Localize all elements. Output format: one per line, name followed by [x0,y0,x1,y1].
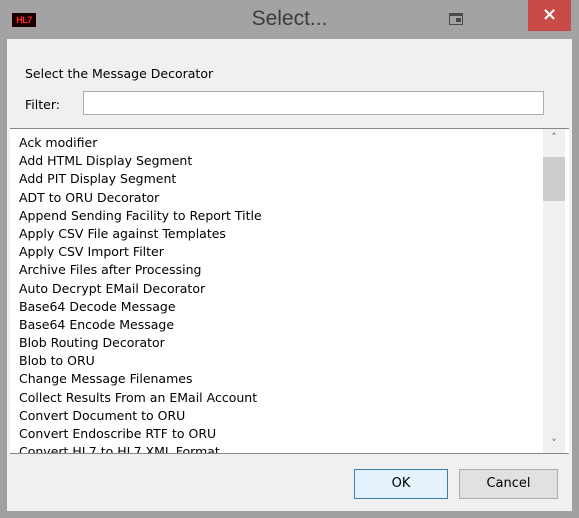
list-item[interactable]: Convert Endoscribe RTF to ORU [19,425,539,443]
prompt-label: Select the Message Decorator [25,66,214,81]
decorator-list: Ack modifier Add HTML Display Segment Add … [19,134,539,453]
window-title: Select... [251,7,328,30]
filter-input[interactable] [83,91,544,115]
list-item[interactable]: Apply CSV Import Filter [19,243,539,261]
list-item[interactable]: Add PIT Display Segment [19,170,539,188]
scroll-down-arrow-icon[interactable]: ˅ [543,435,565,453]
decorator-listbox[interactable]: Ack modifier Add HTML Display Segment Add … [10,128,569,454]
filter-label: Filter: [25,97,60,112]
list-item[interactable]: ADT to ORU Decorator [19,189,539,207]
list-item[interactable]: Base64 Decode Message [19,298,539,316]
list-item[interactable]: Convert Document to ORU [19,407,539,425]
ok-button[interactable]: OK [354,469,448,499]
close-button[interactable]: × [528,0,571,31]
select-dialog-window: HL7 Select... × Select the Message Decor… [0,0,579,518]
list-item[interactable]: Append Sending Facility to Report Title [19,207,539,225]
list-item[interactable]: Change Message Filenames [19,370,539,388]
list-item[interactable]: Collect Results From an EMail Account [19,389,539,407]
list-item[interactable]: Blob Routing Decorator [19,334,539,352]
title-bar[interactable]: HL7 Select... × [0,0,579,39]
list-item[interactable]: Apply CSV File against Templates [19,225,539,243]
scrollbar-thumb[interactable] [543,157,565,201]
list-item[interactable]: Blob to ORU [19,352,539,370]
list-item[interactable]: Convert HL7 to HL7 XML Format [19,443,539,453]
list-item[interactable]: Base64 Encode Message [19,316,539,334]
list-item[interactable]: Archive Files after Processing [19,261,539,279]
restore-icon[interactable] [449,13,463,25]
list-item[interactable]: Ack modifier [19,134,539,152]
dialog-body: Select the Message Decorator Filter: Ack… [7,39,572,511]
cancel-button[interactable]: Cancel [459,469,558,499]
vertical-scrollbar[interactable]: ˄ ˅ [543,129,565,453]
list-item[interactable]: Add HTML Display Segment [19,152,539,170]
list-item[interactable]: Auto Decrypt EMail Decorator [19,280,539,298]
scroll-up-arrow-icon[interactable]: ˄ [543,129,565,147]
